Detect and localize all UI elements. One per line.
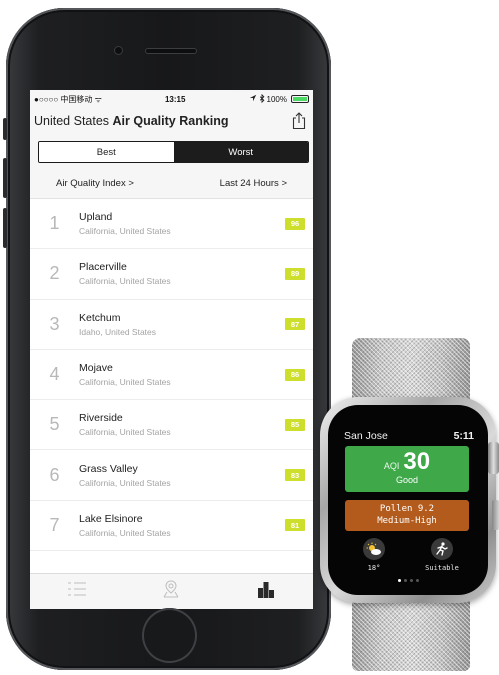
table-row[interactable]: 6 Grass Valley California, United States… bbox=[30, 450, 313, 501]
tab-ranking[interactable] bbox=[254, 580, 278, 604]
region-name: California, United States bbox=[79, 377, 171, 388]
tab-map[interactable] bbox=[159, 580, 183, 604]
aqi-status: Good bbox=[395, 475, 419, 485]
activity-status: Suitable bbox=[425, 564, 459, 572]
rank-number: 3 bbox=[49, 313, 60, 334]
watch-status-bar: San Jose 5:11 bbox=[344, 430, 474, 442]
rank-number: 5 bbox=[49, 414, 60, 435]
battery-icon bbox=[290, 95, 309, 103]
running-icon bbox=[431, 538, 453, 560]
rank-number: 6 bbox=[49, 464, 60, 485]
segment-container: Best Worst bbox=[30, 134, 313, 169]
best-worst-segmented-control: Best Worst bbox=[38, 141, 309, 163]
rank-number: 1 bbox=[49, 213, 60, 234]
region-name: California, United States bbox=[79, 427, 171, 438]
iphone-device: ●○○○○ 中国移动 ᯤ 13:15 100% United States Ai… bbox=[3, 8, 331, 670]
rank-number: 7 bbox=[49, 514, 60, 535]
aqi-badge: 81 bbox=[285, 519, 305, 532]
watch-band-top bbox=[352, 338, 470, 403]
city-name: Grass Valley bbox=[79, 462, 138, 475]
home-button[interactable] bbox=[142, 608, 197, 663]
rank-number: 2 bbox=[49, 263, 60, 284]
activity-item: Suitable bbox=[412, 538, 472, 572]
bluetooth-icon bbox=[259, 93, 265, 105]
aqi-card[interactable]: AQI 30 Good bbox=[345, 446, 469, 492]
list-icon bbox=[66, 580, 88, 603]
metric-filter[interactable]: Air Quality Index > bbox=[56, 178, 134, 189]
table-row[interactable]: 1 Upland California, United States 96 bbox=[30, 199, 313, 250]
sun-cloud-icon bbox=[363, 538, 385, 560]
status-time: 13:15 bbox=[164, 94, 186, 104]
city-name: Lake Elsinore bbox=[79, 512, 143, 525]
watch-band-bottom bbox=[352, 597, 470, 671]
aqi-badge: 86 bbox=[285, 368, 305, 381]
aqi-value: 30 bbox=[403, 448, 431, 475]
city-name: Upland bbox=[79, 211, 113, 224]
carrier-signal: ●○○○○ 中国移动 ᯤ bbox=[34, 94, 102, 104]
period-filter[interactable]: Last 24 Hours > bbox=[220, 178, 287, 189]
city-name: Riverside bbox=[79, 412, 123, 425]
battery-percent: 100% bbox=[266, 94, 287, 104]
table-row[interactable]: 3 Ketchum Idaho, United States 87 bbox=[30, 300, 313, 350]
watch-time: 5:11 bbox=[453, 430, 474, 442]
country-selector[interactable]: United States bbox=[34, 114, 109, 128]
pollen-level: Medium-High bbox=[377, 516, 437, 526]
city-name: Mojave bbox=[79, 362, 113, 375]
page-title: United States Air Quality Ranking bbox=[34, 114, 229, 128]
ranking-title: Air Quality Ranking bbox=[112, 114, 229, 128]
page-dot bbox=[403, 579, 407, 582]
city-name: Ketchum bbox=[79, 311, 121, 324]
location-icon bbox=[249, 94, 257, 104]
nav-bar: United States Air Quality Ranking bbox=[30, 108, 313, 134]
ranking-list: 1 Upland California, United States 96 2 … bbox=[30, 199, 313, 552]
temperature-item: 18° bbox=[344, 538, 404, 572]
pollen-card[interactable]: Pollen 9.2 Medium-High bbox=[345, 500, 469, 531]
ranking-icon bbox=[256, 580, 276, 603]
tab-bar bbox=[30, 573, 313, 609]
front-camera bbox=[114, 46, 123, 55]
watch-weather-row: 18° Suitable bbox=[344, 538, 472, 572]
watch-side-button[interactable] bbox=[492, 500, 499, 530]
phone-screen: ●○○○○ 中国移动 ᯤ 13:15 100% United States Ai… bbox=[30, 90, 313, 609]
region-name: California, United States bbox=[79, 226, 171, 237]
tab-list[interactable] bbox=[65, 580, 89, 604]
region-name: California, United States bbox=[79, 527, 171, 538]
aqi-badge: 87 bbox=[285, 318, 305, 331]
rank-number: 4 bbox=[49, 364, 60, 385]
page-dot bbox=[397, 579, 401, 582]
volume-down-button bbox=[3, 208, 7, 248]
region-name: Idaho, United States bbox=[79, 326, 157, 337]
table-row[interactable]: 7 Lake Elsinore California, United State… bbox=[30, 501, 313, 552]
mute-switch bbox=[3, 118, 7, 140]
segment-best[interactable]: Best bbox=[39, 142, 174, 162]
watch-city: San Jose bbox=[344, 430, 388, 442]
map-pin-icon bbox=[161, 579, 181, 604]
temperature-value: 18° bbox=[367, 564, 381, 572]
page-indicator bbox=[328, 579, 488, 582]
digital-crown[interactable] bbox=[488, 442, 499, 474]
share-icon[interactable] bbox=[291, 112, 307, 130]
region-name: California, United States bbox=[79, 276, 171, 287]
page-dot bbox=[415, 579, 419, 582]
watch-screen: San Jose 5:11 AQI 30 Good Pollen 9.2 Med… bbox=[328, 405, 488, 595]
aqi-badge: 83 bbox=[285, 469, 305, 482]
earpiece-speaker bbox=[145, 48, 197, 54]
page-dot bbox=[409, 579, 413, 582]
aqi-badge: 85 bbox=[285, 418, 305, 431]
volume-up-button bbox=[3, 158, 7, 198]
aqi-badge: 89 bbox=[285, 267, 305, 280]
table-row[interactable]: 4 Mojave California, United States 86 bbox=[30, 350, 313, 401]
city-name: Placerville bbox=[79, 261, 127, 274]
aqi-badge: 96 bbox=[285, 217, 305, 230]
region-name: California, United States bbox=[79, 477, 171, 488]
pollen-value: Pollen 9.2 bbox=[379, 504, 435, 514]
segment-worst[interactable]: Worst bbox=[173, 142, 308, 162]
filter-bar: Air Quality Index > Last 24 Hours > bbox=[30, 169, 313, 199]
status-bar: ●○○○○ 中国移动 ᯤ 13:15 100% bbox=[30, 90, 313, 108]
aqi-label: AQI bbox=[383, 461, 400, 471]
table-row[interactable]: 5 Riverside California, United States 85 bbox=[30, 400, 313, 451]
table-row[interactable]: 2 Placerville California, United States … bbox=[30, 249, 313, 300]
